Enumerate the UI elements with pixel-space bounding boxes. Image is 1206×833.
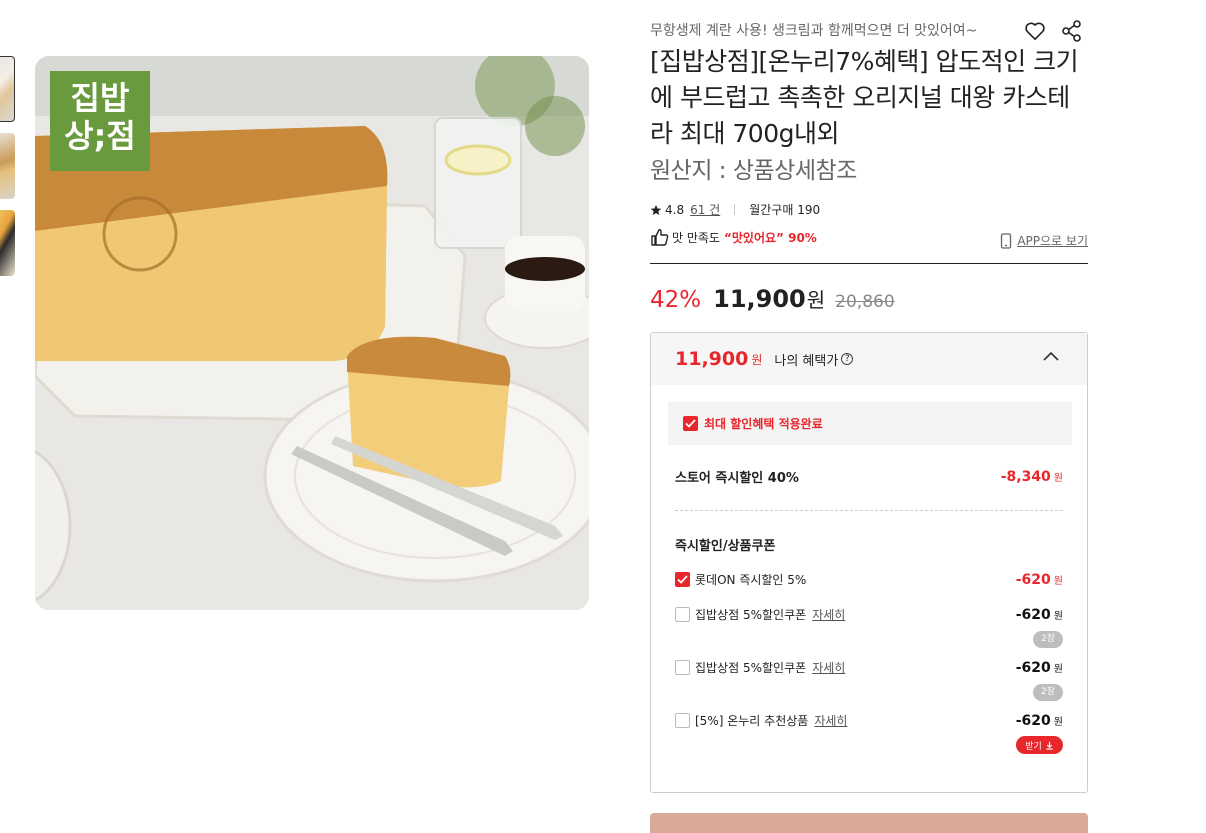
coupon-row[interactable]: 집밥상점 5%할인쿠폰 자세히 -620 원 — [675, 606, 1063, 623]
store-discount-amount-wrap: -8,340 원 — [1001, 469, 1063, 485]
benefit-price-unit: 원 — [751, 352, 763, 367]
store-discount-row: 스토어 즉시할인 40% -8,340 원 — [675, 467, 1063, 487]
store-discount-label: 스토어 즉시할인 40% — [675, 471, 799, 486]
brand-badge: 집밥 상;점 — [50, 71, 150, 171]
benefit-label: 나의 혜택가 — [774, 353, 839, 369]
monthly-purchase: 월간구매 190 — [749, 203, 821, 217]
satisfaction-value: “맛있어요” 90% — [723, 230, 817, 245]
mobile-icon — [1001, 232, 1012, 249]
store-discount-unit: 원 — [1053, 472, 1063, 484]
coupon-amount: -620 — [1015, 659, 1051, 676]
benefit-panel: 11,900 원 나의 혜택가 ? 최대 할인혜택 적용완료 스토어 즉시할인 … — [650, 332, 1088, 793]
heart-icon — [1025, 22, 1045, 40]
coupon-amount-unit: 원 — [1053, 663, 1063, 675]
coupon-detail-link[interactable]: 자세히 — [812, 606, 845, 623]
app-view-link[interactable]: APP으로 보기 — [1000, 232, 1088, 249]
rating-row: 4.8 61 건 월간구매 190 — [650, 201, 820, 218]
coupon-amount-wrap: -620 원 — [1016, 660, 1063, 676]
discount-rate: 42% — [650, 287, 702, 313]
applied-banner: 최대 할인혜택 적용완료 — [668, 402, 1072, 445]
help-icon[interactable]: ? — [841, 353, 854, 365]
coupon-checkbox[interactable] — [675, 713, 690, 728]
coupon-amount: -620 — [1015, 712, 1051, 729]
coupon-amount-unit: 원 — [1053, 716, 1063, 728]
satisfaction-row: 맛 만족도 “맛있어요” 90% — [650, 228, 817, 246]
product-origin: 원산지 : 상품상세참조 — [650, 158, 857, 184]
benefit-dashed-divider — [675, 510, 1063, 511]
coupon-row[interactable]: [5%] 온누리 추천상품 자세히 -620 원 — [675, 712, 1063, 729]
download-icon — [1046, 741, 1053, 750]
coupon-checkbox[interactable] — [675, 660, 690, 675]
benefit-price: 11,900 — [675, 348, 749, 370]
applied-label: 최대 할인혜택 적용완료 — [704, 417, 823, 431]
price-row: 42% 11,900 원 20,860 — [650, 284, 895, 313]
coupon-amount-unit: 원 — [1053, 575, 1063, 587]
coupon-amount-wrap: -620 원 — [1016, 607, 1063, 623]
coupon-detail-link[interactable]: 자세히 — [812, 659, 845, 676]
coupon-checkbox[interactable] — [675, 572, 690, 587]
review-count-link[interactable]: 61 건 — [690, 201, 720, 218]
coupon-receive-label: 받기 — [1025, 741, 1042, 752]
coupon-row[interactable]: 롯데ON 즉시할인 5% -620 원 — [675, 571, 1063, 588]
store-discount-amount: -8,340 — [1000, 468, 1051, 485]
thumbnail-3[interactable] — [0, 210, 15, 276]
sale-price-unit: 원 — [806, 288, 826, 312]
coupon-amount-unit: 원 — [1053, 610, 1063, 622]
brand-badge-line1: 집밥 — [70, 79, 130, 117]
thumbs-up-icon — [651, 229, 669, 246]
purchase-bar[interactable] — [650, 813, 1088, 833]
coupon-label: 롯데ON 즉시할인 5% — [695, 573, 807, 587]
check-icon — [685, 419, 696, 428]
coupon-label: [5%] 온누리 추천상품 — [695, 714, 809, 728]
app-view-label: APP으로 보기 — [1017, 234, 1088, 248]
star-icon — [650, 204, 662, 215]
satisfaction-label: 맛 만족도 — [672, 230, 720, 245]
coupon-checkbox[interactable] — [675, 607, 690, 622]
chevron-up-icon[interactable] — [1043, 351, 1059, 361]
brand-badge-line2: 상;점 — [64, 117, 136, 155]
coupon-amount-wrap: -620 원 — [1016, 713, 1063, 729]
benefit-header[interactable]: 11,900 원 나의 혜택가 ? — [651, 333, 1087, 385]
product-main-image: 집밥 상;점 — [35, 56, 589, 610]
share-button[interactable] — [1059, 18, 1085, 44]
wishlist-button[interactable] — [1022, 18, 1048, 44]
coupon-row[interactable]: 집밥상점 5%할인쿠폰 자세히 -620 원 — [675, 659, 1063, 676]
share-icon — [1062, 20, 1081, 42]
coupon-amount: -620 — [1015, 606, 1051, 623]
sale-price: 11,900 — [713, 285, 806, 313]
coupon-label: 집밥상점 5%할인쿠폰 — [695, 608, 807, 622]
price-divider — [650, 263, 1088, 264]
coupon-amount-wrap: -620 원 — [1016, 572, 1063, 588]
thumbnail-2[interactable] — [0, 133, 15, 199]
coupon-detail-link[interactable]: 자세히 — [814, 712, 847, 729]
coupon-receive-button[interactable]: 받기 — [1016, 736, 1063, 754]
applied-checkbox — [683, 416, 698, 431]
check-icon — [677, 575, 688, 584]
coupon-amount: -620 — [1015, 571, 1051, 588]
coupon-section-title: 즉시할인/상품쿠폰 — [675, 539, 776, 554]
product-title: [집밥상점][온누리7%혜택] 압도적인 크기에 부드럽고 촉촉한 오리지널 대… — [650, 47, 1079, 148]
promo-text: 무항생제 계란 사용! 생크림과 함께먹으면 더 맛있어여~ — [650, 23, 978, 39]
rating-value: 4.8 — [665, 202, 685, 217]
coupon-qty-badge: 2장 — [1033, 684, 1063, 701]
coupon-label: 집밥상점 5%할인쿠폰 — [695, 661, 807, 675]
rating-separator — [734, 204, 736, 215]
original-price: 20,860 — [835, 292, 895, 312]
coupon-qty-badge: 2장 — [1033, 631, 1063, 648]
thumbnail-1[interactable] — [0, 56, 15, 122]
